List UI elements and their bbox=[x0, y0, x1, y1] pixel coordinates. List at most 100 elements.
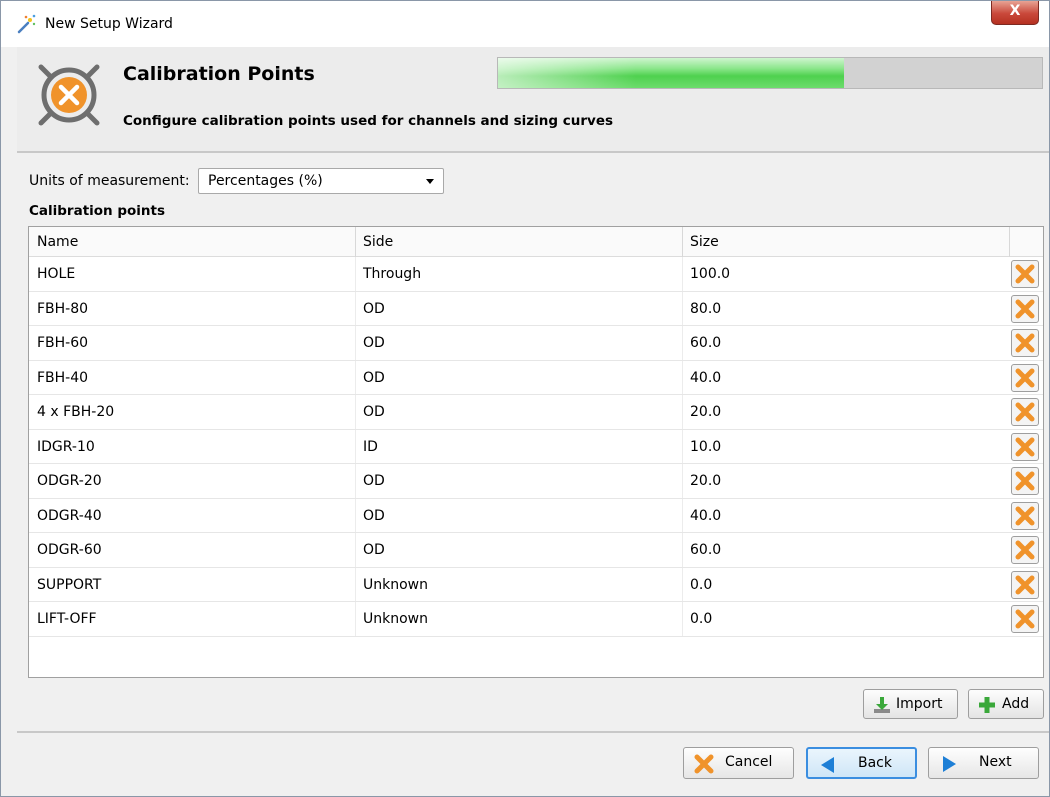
delete-x-icon bbox=[1015, 264, 1035, 284]
table-row[interactable]: LIFT-OFF Unknown 0.0 bbox=[29, 602, 1043, 637]
table-row[interactable]: ODGR-40 OD 40.0 bbox=[29, 498, 1043, 533]
delete-x-icon bbox=[1015, 540, 1035, 560]
calibration-target-icon bbox=[38, 64, 100, 126]
table-body: HOLE Through 100.0 FBH-80 OD 80.0 FBH-60 OD 60.0… bbox=[29, 257, 1043, 637]
cell-divider bbox=[682, 257, 683, 291]
delete-row-button[interactable] bbox=[1011, 363, 1039, 392]
cell-name: 4 x FBH-20 bbox=[37, 404, 115, 420]
cell-divider bbox=[355, 533, 356, 567]
cell-name: FBH-60 bbox=[37, 335, 89, 351]
cell-divider bbox=[355, 257, 356, 291]
next-button[interactable]: Next bbox=[928, 747, 1039, 779]
cell-divider bbox=[355, 429, 356, 463]
cell-divider bbox=[682, 533, 683, 567]
cell-divider bbox=[682, 464, 683, 498]
cell-side: OD bbox=[363, 300, 385, 317]
delete-row-button[interactable] bbox=[1011, 329, 1039, 357]
progress-fill bbox=[498, 58, 844, 88]
table-row[interactable]: ODGR-60 OD 60.0 bbox=[29, 533, 1043, 568]
delete-x-icon bbox=[1015, 299, 1035, 318]
window-title: New Setup Wizard bbox=[45, 16, 173, 32]
cell-side: OD bbox=[363, 507, 385, 524]
cell-name: LIFT-OFF bbox=[37, 611, 97, 627]
cell-size: 0.0 bbox=[690, 611, 713, 627]
cell-size: 20.0 bbox=[690, 473, 722, 489]
delete-row-button[interactable] bbox=[1011, 398, 1039, 426]
delete-row-button[interactable] bbox=[1011, 570, 1039, 599]
delete-x-icon bbox=[1015, 609, 1035, 629]
units-dropdown[interactable]: Percentages (%) bbox=[198, 168, 444, 194]
cell-side: OD bbox=[363, 542, 385, 558]
import-icon bbox=[874, 697, 890, 713]
cell-divider bbox=[682, 291, 683, 325]
cell-side: OD bbox=[363, 473, 385, 489]
cancel-button[interactable]: Cancel bbox=[683, 747, 794, 779]
cell-divider bbox=[682, 429, 683, 463]
table-row[interactable]: FBH-60 OD 60.0 bbox=[29, 326, 1043, 361]
cell-side: Unknown bbox=[363, 576, 428, 593]
cell-size: 20.0 bbox=[690, 404, 722, 420]
delete-row-button[interactable] bbox=[1011, 467, 1039, 495]
cell-size: 0.0 bbox=[690, 576, 713, 593]
delete-x-icon bbox=[1015, 437, 1035, 456]
dropdown-arrow-icon bbox=[426, 179, 434, 184]
delete-row-button[interactable] bbox=[1011, 605, 1039, 633]
calibration-points-label: Calibration points bbox=[29, 203, 166, 219]
column-header-side[interactable]: Side bbox=[363, 234, 393, 250]
table-row[interactable]: FBH-80 OD 80.0 bbox=[29, 291, 1043, 326]
cell-divider bbox=[682, 326, 683, 360]
cell-name: IDGR-10 bbox=[37, 438, 95, 455]
page-subtitle: Configure calibration points used for ch… bbox=[123, 113, 614, 129]
delete-row-button[interactable] bbox=[1011, 536, 1039, 564]
delete-x-icon bbox=[1015, 506, 1035, 525]
column-header-size[interactable]: Size bbox=[690, 234, 719, 250]
cell-name: FBH-40 bbox=[37, 369, 89, 386]
cell-side: OD bbox=[363, 404, 385, 420]
cell-side: Unknown bbox=[363, 611, 428, 627]
table-row[interactable]: IDGR-10 ID 10.0 bbox=[29, 429, 1043, 464]
table-row[interactable]: HOLE Through 100.0 bbox=[29, 257, 1043, 292]
back-button[interactable]: Back bbox=[806, 747, 917, 779]
delete-row-button[interactable] bbox=[1011, 260, 1039, 288]
delete-row-button[interactable] bbox=[1011, 432, 1039, 461]
cell-side: ID bbox=[363, 438, 378, 455]
close-button[interactable]: X bbox=[991, 1, 1039, 25]
import-button-label: Import bbox=[896, 696, 943, 712]
cell-name: SUPPORT bbox=[37, 576, 102, 593]
table-row[interactable]: ODGR-20 OD 20.0 bbox=[29, 464, 1043, 499]
column-divider bbox=[355, 227, 356, 257]
delete-x-icon bbox=[1015, 333, 1035, 353]
cell-size: 100.0 bbox=[690, 266, 731, 282]
add-button-label: Add bbox=[1002, 696, 1030, 712]
cell-name: FBH-80 bbox=[37, 300, 89, 317]
column-divider bbox=[1009, 227, 1010, 257]
cancel-x-icon bbox=[694, 754, 714, 774]
cell-divider bbox=[355, 498, 356, 532]
import-button[interactable]: Import bbox=[863, 689, 958, 719]
cell-divider bbox=[682, 395, 683, 429]
plus-icon bbox=[979, 697, 995, 713]
wizard-window: New Setup Wizard X Calibration Points Co… bbox=[0, 0, 1050, 797]
delete-row-button[interactable] bbox=[1011, 294, 1039, 323]
delete-row-button[interactable] bbox=[1011, 501, 1039, 530]
cell-size: 10.0 bbox=[690, 438, 722, 455]
cell-size: 60.0 bbox=[690, 335, 722, 351]
title-bar: New Setup Wizard X bbox=[1, 1, 1049, 47]
column-header-name[interactable]: Name bbox=[37, 234, 78, 250]
table-row[interactable]: SUPPORT Unknown 0.0 bbox=[29, 567, 1043, 602]
cell-size: 40.0 bbox=[690, 507, 722, 524]
cell-side: OD bbox=[363, 335, 385, 351]
cell-divider bbox=[682, 498, 683, 532]
cell-side: Through bbox=[363, 266, 422, 282]
cell-name: ODGR-40 bbox=[37, 507, 102, 524]
table-row[interactable]: 4 x FBH-20 OD 20.0 bbox=[29, 395, 1043, 430]
delete-x-icon bbox=[1015, 471, 1035, 491]
add-button[interactable]: Add bbox=[968, 689, 1044, 719]
units-label: Units of measurement: bbox=[29, 173, 190, 189]
cell-name: HOLE bbox=[37, 266, 76, 282]
page-title: Calibration Points bbox=[123, 63, 315, 85]
back-button-label: Back bbox=[858, 755, 892, 771]
cell-divider bbox=[355, 567, 356, 601]
table-row[interactable]: FBH-40 OD 40.0 bbox=[29, 360, 1043, 395]
cell-name: ODGR-20 bbox=[37, 473, 102, 489]
